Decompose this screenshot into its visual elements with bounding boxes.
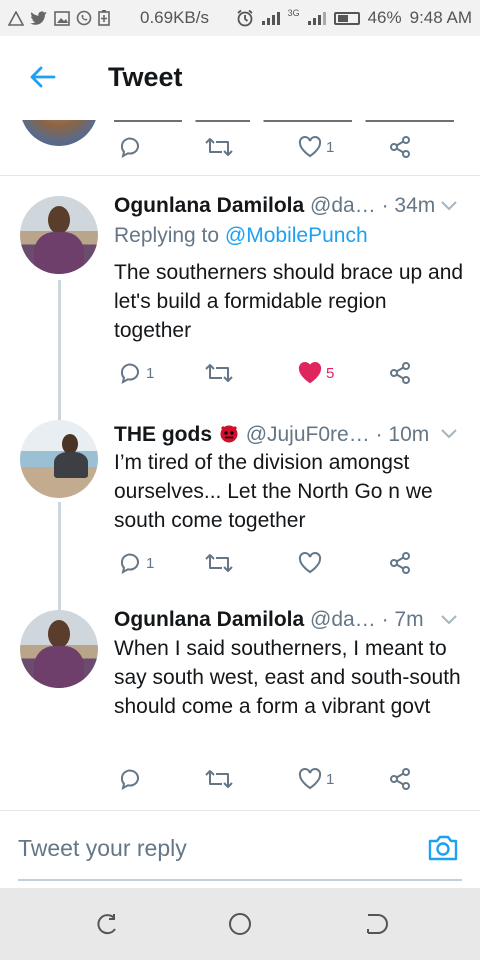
back-icon[interactable] — [360, 910, 388, 938]
previous-tweet[interactable]: 1 — [0, 120, 480, 176]
avatar[interactable] — [20, 196, 98, 274]
tweet-text: When I said southerners, I meant to say … — [114, 637, 461, 718]
twitter-icon — [30, 11, 47, 25]
retweet-icon — [205, 770, 233, 788]
tweet-time: · 7m — [381, 608, 424, 631]
tweet-meta: Ogunlana Damilola @da… · 7m — [114, 608, 424, 632]
retweet-button[interactable] — [204, 132, 238, 162]
display-name[interactable]: Ogunlana Damilola — [114, 608, 304, 631]
whatsapp-icon — [76, 10, 92, 26]
share-icon — [390, 362, 410, 384]
chevron-down-icon[interactable] — [440, 614, 458, 626]
tweet-actions: 1 — [114, 764, 434, 794]
share-icon — [390, 136, 410, 158]
replying-to: Replying to @MobilePunch — [114, 224, 368, 247]
share-button[interactable] — [388, 764, 412, 794]
reply-button[interactable]: 1 — [118, 548, 154, 578]
avatar[interactable] — [20, 120, 98, 146]
display-name[interactable]: THE gods — [114, 423, 212, 446]
retweet-button[interactable] — [204, 358, 238, 388]
like-count: 1 — [326, 770, 335, 788]
like-button[interactable]: 5 — [298, 358, 334, 388]
tweet-text: The southerners should brace up and let'… — [114, 261, 464, 342]
retweet-icon — [205, 364, 233, 382]
display-name[interactable]: Ogunlana Damilola — [114, 194, 304, 217]
tweet-meta: Ogunlana Damilola @da… · 34m — [114, 194, 435, 218]
heart-icon — [298, 552, 322, 574]
status-bar: 0.69KB/s 3G 46% 9:48 AM — [0, 0, 480, 36]
chevron-down-icon[interactable] — [440, 428, 458, 440]
clock: 9:48 AM — [409, 8, 472, 27]
reply-icon — [120, 363, 139, 384]
reply-input[interactable]: Tweet your reply — [18, 835, 187, 862]
share-icon — [390, 768, 410, 790]
share-button[interactable] — [388, 132, 412, 162]
gallery-icon — [54, 10, 70, 26]
battery-level: 46% — [367, 8, 402, 27]
page-title: Tweet — [108, 62, 183, 92]
warning-icon — [8, 10, 24, 26]
app-header: Tweet — [0, 36, 480, 120]
network-speed: 0.69KB/s — [140, 8, 209, 27]
alarm-icon — [237, 9, 253, 27]
tweet-meta: THE gods @JujuF0re… · 10m — [114, 422, 429, 447]
network-type: 3G — [287, 8, 300, 18]
reply-button[interactable] — [118, 132, 146, 162]
tweet[interactable]: THE gods @JujuF0re… · 10m I’m tired of t… — [0, 404, 480, 614]
share-button[interactable] — [388, 548, 412, 578]
retweet-icon — [205, 554, 233, 572]
reply-button[interactable]: 1 — [118, 358, 154, 388]
arrow-left-icon[interactable] — [28, 62, 58, 92]
avatar[interactable] — [20, 610, 98, 688]
system-nav-bar — [0, 888, 480, 960]
signal-icon — [261, 11, 280, 25]
tweet-text: I’m tired of the division amongst oursel… — [114, 451, 433, 532]
reply-icon — [120, 553, 139, 574]
home-icon[interactable] — [226, 910, 254, 938]
heart-filled-icon — [298, 362, 322, 384]
reply-count: 1 — [146, 554, 155, 572]
share-icon — [390, 552, 410, 574]
camera-icon[interactable] — [426, 831, 460, 865]
heart-icon — [298, 768, 322, 790]
tweet-actions: 1 — [114, 132, 434, 162]
retweet-icon — [205, 138, 233, 156]
like-button[interactable]: 1 — [298, 764, 334, 794]
notification-icons — [8, 10, 110, 26]
chevron-down-icon[interactable] — [440, 200, 458, 212]
user-handle[interactable]: @da… — [310, 608, 376, 631]
user-handle[interactable]: @JujuF0re… — [246, 423, 370, 446]
retweet-button[interactable] — [204, 548, 238, 578]
share-button[interactable] — [388, 358, 412, 388]
tweet[interactable]: Ogunlana Damilola @da… · 7m When I said … — [0, 592, 480, 806]
tweet[interactable]: Ogunlana Damilola @da… · 34m Replying to… — [0, 176, 480, 424]
like-count: 5 — [326, 364, 335, 382]
user-handle[interactable]: @da… — [310, 194, 376, 217]
devil-emoji-icon — [220, 425, 238, 443]
tweet-actions: 1 5 — [114, 358, 434, 388]
reply-count: 1 — [146, 364, 155, 382]
reply-input-underline — [18, 879, 462, 881]
recent-apps-icon[interactable] — [94, 910, 122, 938]
retweet-button[interactable] — [204, 764, 238, 794]
reply-button[interactable] — [118, 764, 146, 794]
like-button[interactable] — [298, 548, 326, 578]
reply-bar: Tweet your reply — [0, 810, 480, 888]
replying-handle-link[interactable]: @MobilePunch — [225, 224, 368, 247]
heart-icon — [298, 136, 322, 158]
battery-icon — [333, 11, 360, 25]
tweet-time: · 34m — [381, 194, 436, 217]
thread-line — [58, 280, 61, 424]
reply-icon — [120, 769, 139, 790]
reply-icon — [120, 137, 139, 158]
signal-2-icon — [307, 11, 326, 25]
like-button[interactable]: 1 — [298, 132, 334, 162]
tweet-actions: 1 — [114, 548, 434, 578]
clipped-tweet-text — [114, 120, 454, 122]
like-count: 1 — [326, 138, 335, 156]
battery-saver-icon — [98, 10, 110, 26]
tweet-time: · 10m — [375, 423, 430, 446]
avatar[interactable] — [20, 420, 98, 498]
